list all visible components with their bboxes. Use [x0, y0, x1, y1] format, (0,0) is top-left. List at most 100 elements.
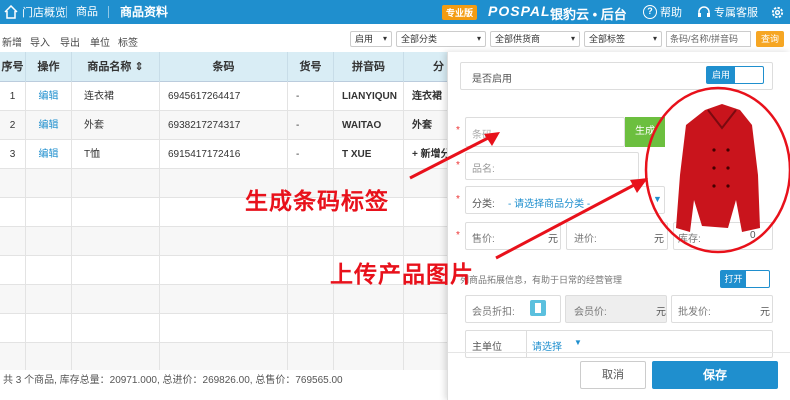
tag-select-value: 全部标签 [589, 34, 626, 44]
cell-sku [288, 285, 334, 314]
cell-edit[interactable]: 编辑 [26, 140, 72, 169]
cell-barcode [160, 314, 288, 343]
table-header: 序号 操作 商品名称 ⇕ 条码 货号 拼音码 分 [0, 52, 460, 82]
name-placeholder: 品名: [472, 164, 495, 175]
cell-name [72, 227, 160, 256]
cell-edit[interactable] [26, 227, 72, 256]
cell-edit[interactable] [26, 169, 72, 198]
caret-down-icon: ▾ [570, 34, 575, 43]
member-price-label: 会员价: [574, 307, 607, 318]
divider [108, 6, 109, 18]
cell-pinyin: T XUE [334, 140, 404, 169]
cell-name: 外套 [72, 111, 160, 140]
cell-sku [288, 256, 334, 285]
caret-down-icon: ▾ [382, 34, 387, 43]
cell-edit[interactable]: 编辑 [26, 111, 72, 140]
cell-name [72, 169, 160, 198]
col-barcode: 条码 [160, 52, 288, 82]
annotation-image: 上传产品图片 [330, 261, 474, 287]
toolbar: 新增 导入 导出 单位 标签 启用 ▾ 全部分类 ▾ 全部供货商 ▾ 全部标签 ▾ 条码… [0, 28, 790, 50]
cell-sku: - [288, 82, 334, 111]
edit-product-panel: 是否启用 启用 * 条码 生成 * 品名: * 分类: - 请选择商品分类 - … [447, 52, 790, 400]
search-input[interactable]: 条码/名称/拼音码 [666, 31, 751, 47]
enable-label: 是否启用 [472, 74, 512, 85]
wholesale-price-label: 批发价: [678, 307, 711, 318]
cell-index: 3 [0, 140, 26, 169]
category-label: 分类: [472, 199, 495, 210]
cell-barcode [160, 227, 288, 256]
home-icon [4, 5, 18, 19]
query-button[interactable]: 查询 [756, 31, 784, 47]
supplier-select[interactable]: 全部供货商 ▾ [490, 31, 580, 47]
label-link[interactable]: 标签 [118, 34, 138, 49]
service-button[interactable]: 专属客服 [697, 0, 758, 24]
annotation-barcode: 生成条码标签 [245, 188, 389, 214]
enable-toggle[interactable]: 启用 [706, 66, 764, 84]
home-link[interactable]: 门店概览 [0, 0, 66, 24]
table-row [0, 285, 460, 314]
table-row [0, 198, 460, 227]
cell-sku: - [288, 111, 334, 140]
help-button[interactable]: ? 帮助 [643, 0, 682, 24]
wholesale-price-unit: 元 [760, 307, 770, 318]
main-unit-select[interactable]: 请选择 [532, 338, 562, 353]
cancel-button[interactable]: 取消 [580, 361, 646, 389]
headset-icon [698, 6, 710, 17]
cell-index [0, 314, 26, 343]
breadcrumb-goods[interactable]: 商品 [76, 0, 98, 24]
tag-select[interactable]: 全部标签 ▾ [584, 31, 662, 47]
page-title: 商品资料 [120, 5, 169, 19]
generate-barcode-button[interactable]: 生成 [625, 117, 665, 147]
supplier-select-value: 全部供货商 [495, 34, 541, 44]
settings-button[interactable] [770, 0, 785, 24]
cell-name: T恤 [72, 140, 160, 169]
cell-edit[interactable] [26, 314, 72, 343]
category-select[interactable]: 全部分类 ▾ [396, 31, 486, 47]
divider [448, 352, 790, 353]
cell-barcode [160, 256, 288, 285]
service-label: 专属客服 [714, 7, 758, 19]
cell-pinyin [334, 314, 404, 343]
extension-toggle[interactable]: 打开 [720, 270, 770, 288]
add-link[interactable]: 新增 [2, 34, 22, 49]
col-action: 操作 [26, 52, 72, 82]
cell-edit[interactable] [26, 343, 72, 370]
cell-edit[interactable]: 编辑 [26, 82, 72, 111]
import-link[interactable]: 导入 [30, 34, 50, 49]
col-pinyin: 拼音码 [334, 52, 404, 82]
unit-link[interactable]: 单位 [90, 34, 110, 49]
cell-sku [288, 314, 334, 343]
table-row: 1 编辑 连衣裙 6945617264417- LIANYIQUN 连衣裙 [0, 82, 460, 111]
cost-unit: 元 [654, 234, 664, 245]
category-value: - 请选择商品分类 - [508, 199, 591, 210]
edition-badge: 专业版 [442, 5, 478, 20]
cell-name [72, 314, 160, 343]
status-select[interactable]: 启用 ▾ [350, 31, 392, 47]
table-row: 2 编辑 外套 6938217274317- WAITAO 外套 [0, 111, 460, 140]
cell-pinyin [334, 343, 404, 370]
export-link[interactable]: 导出 [60, 34, 80, 49]
table-row [0, 227, 460, 256]
cell-edit[interactable] [26, 285, 72, 314]
table-row: 3 编辑 T恤 6915417172416- T XUE + 新增分... [0, 140, 460, 169]
cell-name [72, 343, 160, 370]
cell-edit[interactable] [26, 198, 72, 227]
help-label: 帮助 [660, 7, 682, 19]
save-button[interactable]: 保存 [652, 361, 778, 389]
cell-barcode [160, 343, 288, 370]
stock-value: 0 [750, 230, 756, 241]
col-name[interactable]: 商品名称 ⇕ [72, 52, 160, 82]
required-mark: * [456, 230, 460, 241]
category-select-value: 全部分类 [401, 34, 438, 44]
member-discount-label: 会员折扣: [472, 307, 515, 318]
price-unit: 元 [548, 234, 558, 245]
table-row [0, 169, 460, 198]
barcode-placeholder: 条码 [472, 130, 492, 141]
discount-toggle[interactable] [530, 300, 546, 316]
cell-edit[interactable] [26, 256, 72, 285]
cell-sku [288, 343, 334, 370]
cell-barcode: 6915417172416 [160, 140, 288, 169]
cell-index [0, 343, 26, 370]
cell-pinyin: LIANYIQUN [334, 82, 404, 111]
cell-index [0, 285, 26, 314]
